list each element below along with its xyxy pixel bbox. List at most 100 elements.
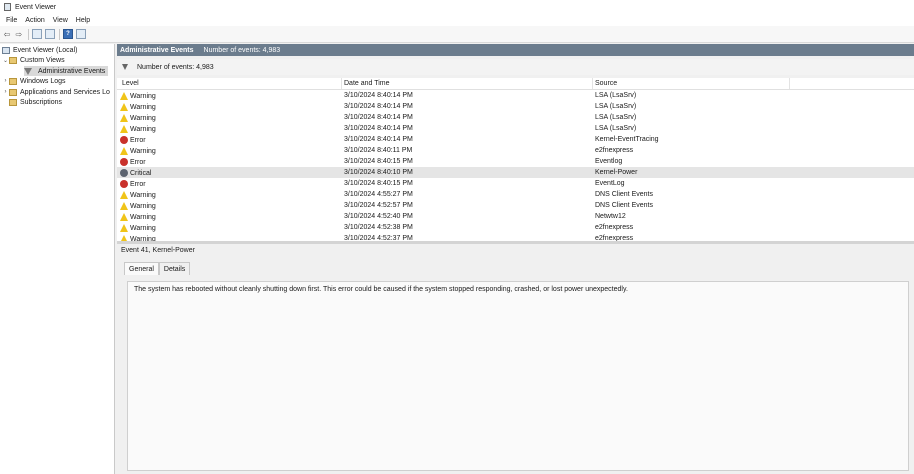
table-row[interactable]: Warning 3/10/2024 4:52:57 PM DNS Client Ev…	[117, 200, 914, 211]
tree-item-label: Applications and Services Lo	[20, 88, 110, 96]
folder-icon	[9, 77, 17, 85]
column-divider[interactable]	[789, 78, 790, 89]
level-text: Warning	[130, 114, 156, 122]
tree-item-custom-views[interactable]: ⌄ Custom Views	[2, 55, 65, 65]
cell-date-time: 3/10/2024 8:40:11 PM	[344, 147, 413, 154]
cell-level: Error	[120, 180, 146, 188]
tab-details[interactable]: Details	[158, 262, 191, 275]
filter-bar: Number of events: 4,983	[117, 59, 914, 75]
menu-file[interactable]: File	[6, 17, 17, 24]
warning-icon	[120, 114, 128, 122]
event-description-box[interactable]: The system has rebooted without cleanly …	[127, 281, 909, 471]
menu-view[interactable]: View	[53, 17, 68, 24]
properties-icon[interactable]	[45, 29, 55, 39]
table-row[interactable]: Warning 3/10/2024 8:40:14 PM LSA (LsaSrv)	[117, 90, 914, 101]
table-row[interactable]: Error 3/10/2024 8:40:15 PM EventLog	[117, 178, 914, 189]
table-row[interactable]: Warning 3/10/2024 8:40:14 PM LSA (LsaSrv)	[117, 101, 914, 112]
cell-date-time: 3/10/2024 8:40:10 PM	[344, 169, 413, 176]
back-arrow-icon[interactable]: ⇦	[2, 29, 12, 40]
pane-header: Administrative Events Number of events: …	[117, 44, 914, 56]
cell-source: LSA (LsaSrv)	[595, 125, 637, 132]
tree-item-event-viewer-local[interactable]: Event Viewer (Local)	[2, 45, 77, 55]
warning-icon	[120, 125, 128, 133]
cell-source: e2fnexpress	[595, 224, 634, 231]
error-icon	[120, 180, 128, 188]
tree-item-label: Subscriptions	[20, 98, 63, 106]
cell-date-time: 3/10/2024 8:40:14 PM	[344, 103, 413, 110]
tree-item-subscriptions[interactable]: Subscriptions	[9, 97, 62, 107]
level-text: Warning	[130, 103, 156, 111]
tree-item-label: Administrative Events	[38, 67, 106, 75]
events-table: Level Date and Time Source Warning 3/10/2…	[117, 78, 914, 241]
warning-icon	[120, 147, 128, 155]
table-row[interactable]: Warning 3/10/2024 8:40:11 PM e2fnexpress	[117, 145, 914, 156]
folder-icon	[9, 88, 17, 96]
event-detail-pane: Event 41, Kernel-Power General Details T…	[117, 244, 914, 474]
warning-icon	[120, 103, 128, 111]
cell-source: e2fnexpress	[595, 147, 634, 154]
show-hide-pane-icon[interactable]	[76, 29, 86, 39]
table-row[interactable]: Critical 3/10/2024 8:40:10 PM Kernel-Power	[117, 167, 914, 178]
level-text: Warning	[130, 92, 156, 100]
title-bar: Event Viewer	[0, 0, 914, 14]
up-folder-icon[interactable]	[32, 29, 42, 39]
column-header-date-time[interactable]: Date and Time	[344, 80, 390, 87]
window-title: Event Viewer	[15, 3, 57, 11]
cell-date-time: 3/10/2024 8:40:14 PM	[344, 92, 413, 99]
subscriptions-icon	[9, 98, 17, 106]
table-row[interactable]: Warning 3/10/2024 8:40:14 PM LSA (LsaSrv)	[117, 123, 914, 134]
cell-level: Warning	[120, 103, 156, 111]
warning-icon	[120, 213, 128, 221]
table-row[interactable]: Warning 3/10/2024 8:40:14 PM LSA (LsaSrv)	[117, 112, 914, 123]
warning-icon	[120, 224, 128, 232]
column-divider[interactable]	[592, 78, 593, 89]
tree-item-administrative-events[interactable]: Administrative Events	[24, 66, 109, 76]
cell-level: Warning	[120, 191, 156, 199]
level-text: Warning	[130, 224, 156, 232]
critical-icon	[120, 169, 128, 177]
help-icon[interactable]: ?	[63, 29, 73, 39]
table-row[interactable]: Warning 3/10/2024 4:55:27 PM DNS Client Ev…	[117, 189, 914, 200]
column-divider[interactable]	[341, 78, 342, 89]
chevron-right-icon[interactable]: ›	[2, 78, 9, 84]
toolbar-separator	[28, 28, 29, 40]
cell-source: DNS Client Events	[595, 191, 653, 198]
cell-source: DNS Client Events	[595, 202, 653, 209]
cell-source: LSA (LsaSrv)	[595, 92, 637, 99]
level-text: Error	[130, 136, 146, 144]
cell-source: LSA (LsaSrv)	[595, 103, 637, 110]
forward-arrow-icon[interactable]: ⇨	[14, 29, 24, 40]
tree-item-applications-and-services[interactable]: › Applications and Services Lo	[2, 87, 110, 97]
chevron-right-icon[interactable]: ›	[2, 89, 9, 95]
cell-date-time: 3/10/2024 4:52:57 PM	[344, 202, 413, 209]
tree-item-label: Event Viewer (Local)	[13, 46, 78, 54]
event-description-text: The system has rebooted without cleanly …	[134, 286, 628, 293]
cell-level: Error	[120, 136, 146, 144]
tree-item-windows-logs[interactable]: › Windows Logs	[2, 76, 66, 86]
menu-action[interactable]: Action	[25, 17, 44, 24]
column-header-level[interactable]: Level	[122, 80, 139, 87]
chevron-down-icon[interactable]: ⌄	[2, 57, 9, 64]
menu-help[interactable]: Help	[76, 17, 90, 24]
cell-level: Warning	[120, 202, 156, 210]
table-row[interactable]: Error 3/10/2024 8:40:14 PM Kernel-EventTra…	[117, 134, 914, 145]
cell-date-time: 3/10/2024 8:40:15 PM	[344, 158, 413, 165]
table-row[interactable]: Warning 3/10/2024 4:52:38 PM e2fnexpress	[117, 222, 914, 233]
cell-date-time: 3/10/2024 8:40:14 PM	[344, 125, 413, 132]
tab-general[interactable]: General	[124, 262, 159, 275]
table-row[interactable]: Error 3/10/2024 8:40:15 PM Eventlog	[117, 156, 914, 167]
table-header: Level Date and Time Source	[117, 78, 914, 90]
filter-icon	[122, 64, 128, 70]
warning-icon	[120, 191, 128, 199]
table-row[interactable]: Warning 3/10/2024 4:52:37 PM e2fnexpress	[117, 233, 914, 241]
event-viewer-app-icon	[4, 3, 11, 11]
cell-level: Warning	[120, 213, 156, 221]
column-header-source[interactable]: Source	[595, 80, 617, 87]
cell-source: EventLog	[595, 180, 625, 187]
table-row[interactable]: Warning 3/10/2024 4:52:40 PM Netwtw12	[117, 211, 914, 222]
cell-source: LSA (LsaSrv)	[595, 114, 637, 121]
tree-item-label: Custom Views	[20, 56, 65, 64]
pane-title: Administrative Events	[120, 46, 194, 54]
cell-level: Warning	[120, 224, 156, 232]
detail-tabs: General Details	[124, 262, 191, 275]
